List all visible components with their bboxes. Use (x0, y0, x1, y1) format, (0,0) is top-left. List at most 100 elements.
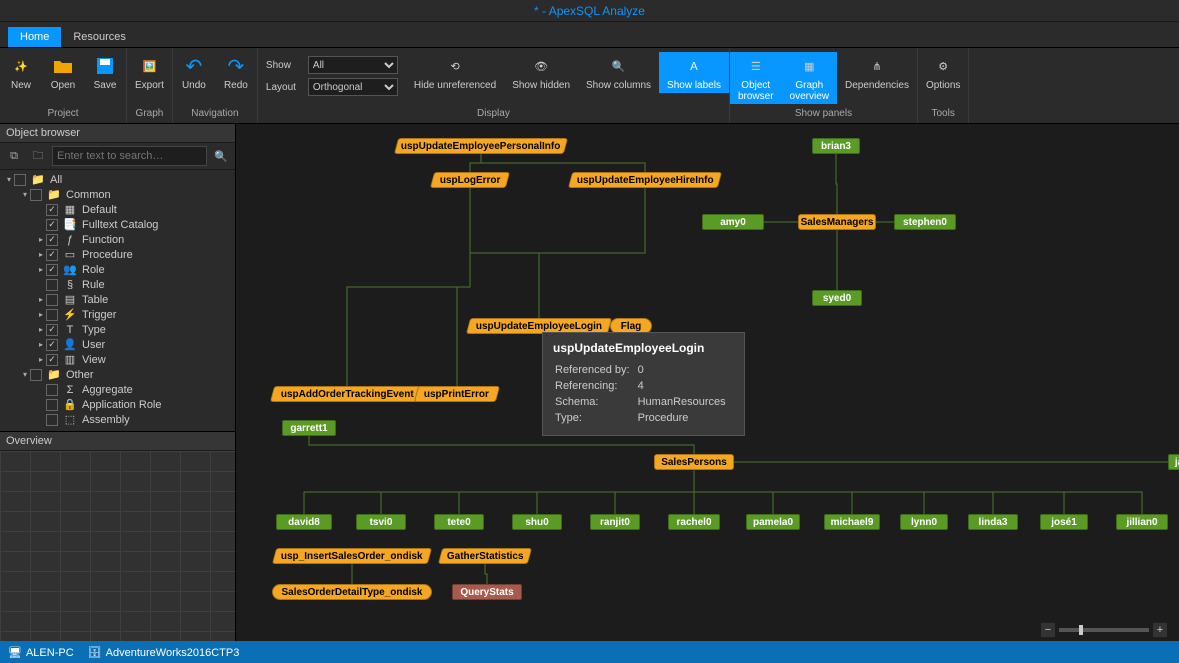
open-button[interactable]: Open (42, 52, 84, 93)
checkbox[interactable]: ✓ (46, 264, 58, 276)
tree-item[interactable]: ▸⚡Trigger (0, 307, 235, 322)
zoom-slider[interactable] (1059, 628, 1149, 632)
checkbox[interactable] (46, 294, 58, 306)
show-select[interactable]: All (308, 56, 398, 74)
graph-node[interactable]: shu0 (512, 514, 562, 530)
redo-button[interactable]: ↷Redo (215, 52, 257, 93)
graph-node[interactable]: SalesPersons (654, 454, 734, 470)
graph-node[interactable]: jillian0 (1116, 514, 1168, 530)
graph-node[interactable]: garrett1 (282, 420, 336, 436)
zoom-in-button[interactable]: + (1153, 623, 1167, 637)
expand-icon[interactable]: ▸ (36, 355, 46, 364)
checkbox[interactable]: ✓ (46, 234, 58, 246)
checkbox[interactable] (14, 174, 26, 186)
hide-unreferenced-button[interactable]: ⟲Hide unreferenced (406, 52, 504, 93)
tree-item[interactable]: ▸✓TType (0, 322, 235, 337)
expand-icon[interactable]: ▾ (20, 190, 30, 199)
tab-resources[interactable]: Resources (61, 27, 138, 47)
tree-item[interactable]: ▾📁Other (0, 367, 235, 382)
show-labels-button[interactable]: ＡShow labels (659, 52, 729, 93)
zoom-out-button[interactable]: − (1041, 623, 1055, 637)
graph-node[interactable]: brian3 (812, 138, 860, 154)
checkbox[interactable]: ✓ (46, 354, 58, 366)
tree-item[interactable]: ▸✓▭Procedure (0, 247, 235, 262)
search-icon[interactable]: 🔍 (211, 146, 231, 166)
graph-node[interactable]: david8 (276, 514, 332, 530)
expand-icon[interactable]: ▸ (36, 250, 46, 259)
graph-node[interactable]: michael9 (824, 514, 880, 530)
graph-node[interactable]: tsvi0 (356, 514, 406, 530)
graph-node[interactable]: syed0 (812, 290, 862, 306)
checkbox[interactable] (46, 384, 58, 396)
new-button[interactable]: ✨New (0, 52, 42, 93)
expand-icon[interactable]: ▾ (4, 175, 14, 184)
folder-icon[interactable]: 🗀 (28, 146, 48, 166)
options-button[interactable]: ⚙Options (918, 52, 968, 93)
tree-item[interactable]: ✓▦Default (0, 202, 235, 217)
graph-node[interactable]: uspUpdateEmployeeHireInfo (568, 172, 722, 188)
tree-item[interactable]: ΣAggregate (0, 382, 235, 397)
export-button[interactable]: 🖼️Export (127, 52, 172, 93)
expand-icon[interactable]: ▸ (36, 235, 46, 244)
graph-node[interactable]: linda3 (968, 514, 1018, 530)
show-columns-button[interactable]: 🔍Show columns (578, 52, 659, 93)
graph-canvas[interactable]: uspUpdateEmployeePersonalInfo uspLogError… (236, 124, 1179, 641)
expand-icon[interactable]: ▸ (36, 295, 46, 304)
copy-icon[interactable]: ⧉ (4, 146, 24, 166)
graph-node[interactable]: lynn0 (900, 514, 948, 530)
graph-node[interactable]: ja (1168, 454, 1179, 470)
graph-node[interactable]: ranjit0 (590, 514, 640, 530)
graph-node[interactable]: uspLogError (430, 172, 510, 188)
checkbox[interactable]: ✓ (46, 324, 58, 336)
object-browser-button[interactable]: ☰Object browser (730, 52, 782, 104)
search-input[interactable] (52, 146, 207, 166)
overview-minimap[interactable] (0, 451, 235, 641)
expand-icon[interactable]: ▸ (36, 310, 46, 319)
graph-node[interactable]: rachel0 (668, 514, 720, 530)
tree-item[interactable]: §Rule (0, 277, 235, 292)
checkbox[interactable] (30, 369, 42, 381)
tree-item[interactable]: ⬚Assembly (0, 412, 235, 427)
undo-button[interactable]: ↶Undo (173, 52, 215, 93)
checkbox[interactable] (30, 189, 42, 201)
object-tree[interactable]: ▾📁All▾📁Common✓▦Default✓📑Fulltext Catalog… (0, 170, 235, 431)
expand-icon[interactable]: ▸ (36, 340, 46, 349)
expand-icon[interactable]: ▸ (36, 325, 46, 334)
graph-node[interactable]: tete0 (434, 514, 484, 530)
graph-node[interactable]: uspPrintError (414, 386, 500, 402)
tab-home[interactable]: Home (8, 27, 61, 47)
tree-item[interactable]: ▸✓👥Role (0, 262, 235, 277)
dependencies-button[interactable]: ⋔Dependencies (837, 52, 917, 93)
expand-icon[interactable]: ▾ (20, 370, 30, 379)
graph-node[interactable]: amy0 (702, 214, 764, 230)
graph-node[interactable]: stephen0 (894, 214, 956, 230)
graph-node[interactable]: QueryStats (452, 584, 522, 600)
checkbox[interactable] (46, 399, 58, 411)
checkbox[interactable] (46, 414, 58, 426)
graph-node[interactable]: uspUpdateEmployeePersonalInfo (394, 138, 568, 154)
tree-item[interactable]: ▾📁All (0, 172, 235, 187)
tree-item[interactable]: ▾📁Common (0, 187, 235, 202)
tree-item[interactable]: ▸✓ƒFunction (0, 232, 235, 247)
tree-item[interactable]: ▸✓👤User (0, 337, 235, 352)
checkbox[interactable]: ✓ (46, 204, 58, 216)
graph-node[interactable]: GatherStatistics (438, 548, 532, 564)
checkbox[interactable] (46, 279, 58, 291)
save-button[interactable]: Save (84, 52, 126, 93)
checkbox[interactable]: ✓ (46, 339, 58, 351)
tree-item[interactable]: 🔒Application Role (0, 397, 235, 412)
expand-icon[interactable]: ▸ (36, 265, 46, 274)
show-hidden-button[interactable]: 👁Show hidden (504, 52, 578, 93)
graph-node[interactable]: pamela0 (746, 514, 800, 530)
checkbox[interactable]: ✓ (46, 249, 58, 261)
tree-item[interactable]: ✓📑Fulltext Catalog (0, 217, 235, 232)
tree-item[interactable]: ▸✓▥View (0, 352, 235, 367)
graph-node[interactable]: SalesManagers (798, 214, 876, 230)
graph-overview-button[interactable]: ▦Graph overview (782, 52, 837, 104)
layout-select[interactable]: Orthogonal (308, 78, 398, 96)
graph-node[interactable]: SalesOrderDetailType_ondisk (272, 584, 432, 600)
tree-item[interactable]: ▸▤Table (0, 292, 235, 307)
graph-node[interactable]: usp_InsertSalesOrder_ondisk (272, 548, 432, 564)
graph-node[interactable]: josé1 (1040, 514, 1088, 530)
graph-node[interactable]: uspAddOrderTrackingEvent (270, 386, 424, 402)
